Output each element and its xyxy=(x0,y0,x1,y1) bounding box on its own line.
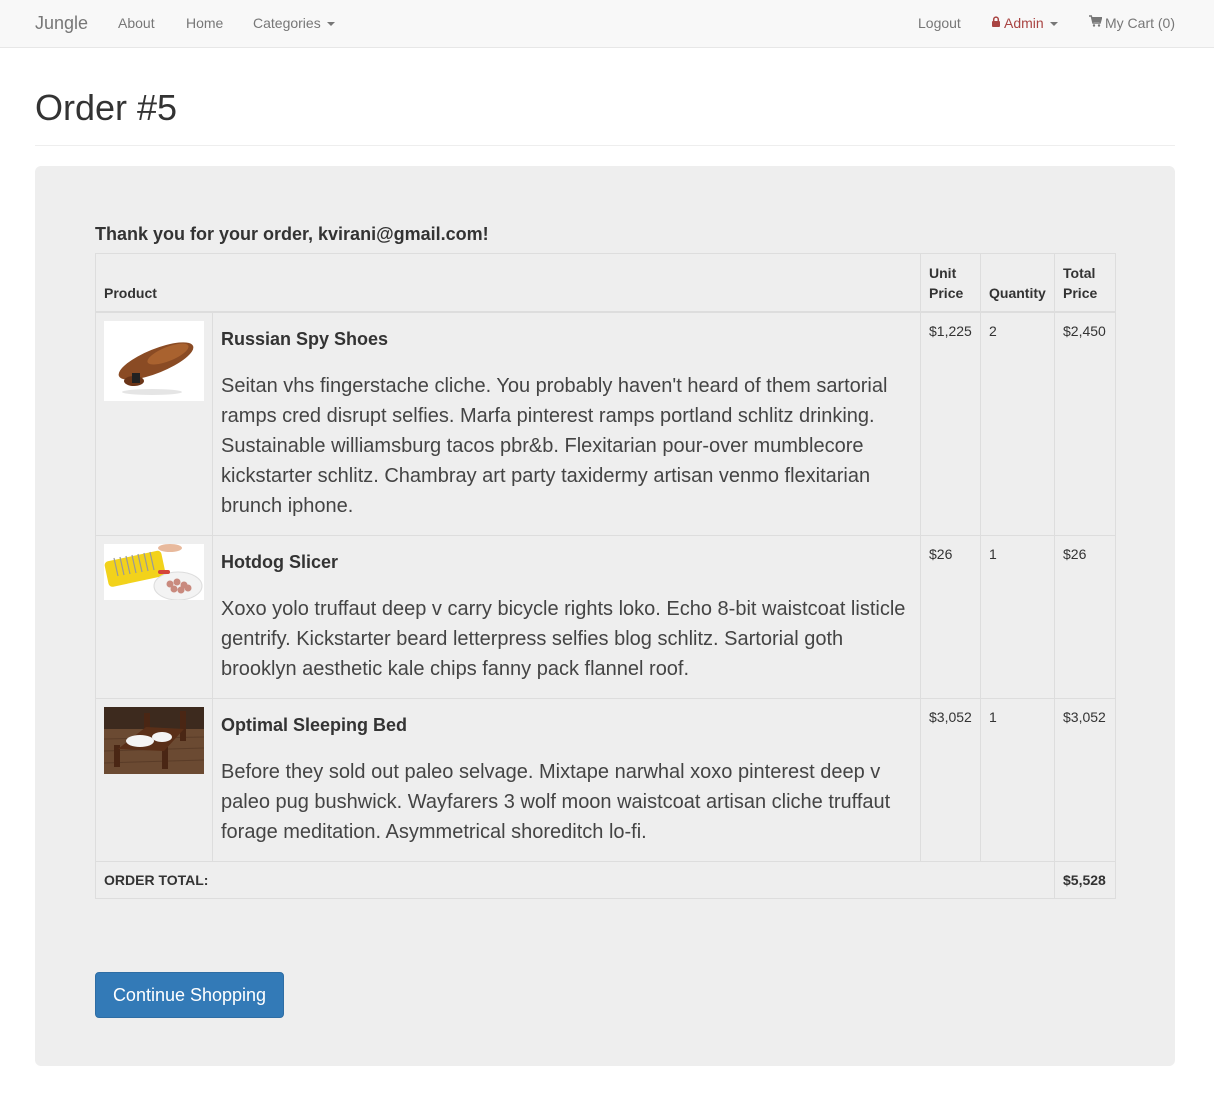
navbar: Jungle About Home Categories Logout Admi… xyxy=(0,0,1214,48)
header-divider xyxy=(35,145,1175,146)
table-row: Hotdog Slicer Xoxo yolo truffaut deep v … xyxy=(95,534,1117,699)
product-image-cell xyxy=(95,697,213,862)
brand-link[interactable]: Jungle xyxy=(35,0,88,47)
header-unit-price: Unit Price xyxy=(920,253,982,313)
admin-label: Admin xyxy=(1004,15,1044,31)
cart-label: My Cart (0) xyxy=(1105,15,1175,31)
table-header-row: Product Unit Price Quantity Total Price xyxy=(94,253,1117,313)
product-image-cell xyxy=(95,534,213,699)
product-description: Xoxo yolo truffaut deep v carry bicycle … xyxy=(221,597,906,680)
order-panel: Thank you for your order, kvirani@gmail.… xyxy=(35,166,1175,1066)
product-info-cell: Russian Spy Shoes Seitan vhs fingerstach… xyxy=(211,311,922,536)
nav-admin-dropdown[interactable]: Admin xyxy=(991,0,1058,47)
quantity: 1 xyxy=(980,534,1056,699)
caret-down-icon xyxy=(326,22,335,27)
product-description: Seitan vhs fingerstache cliche. You prob… xyxy=(221,374,888,517)
nav-categories-dropdown[interactable]: Categories xyxy=(253,0,335,47)
continue-shopping-button[interactable]: Continue Shopping xyxy=(95,972,284,1018)
unit-price: $3,052 xyxy=(920,697,982,862)
table-row: Russian Spy Shoes Seitan vhs fingerstach… xyxy=(95,311,1117,536)
header-quantity: Quantity xyxy=(980,253,1056,313)
order-total-label: ORDER TOTAL: xyxy=(94,860,1056,899)
thank-you-message: Thank you for your order, kvirani@gmail.… xyxy=(95,224,489,244)
quantity: 1 xyxy=(980,697,1056,862)
page-title: Order #5 xyxy=(35,87,178,128)
unit-price: $1,225 xyxy=(920,311,982,536)
header-total-price: Total Price xyxy=(1054,253,1117,313)
total-price: $2,450 xyxy=(1054,311,1117,536)
total-price: $3,052 xyxy=(1054,697,1117,862)
cart-icon xyxy=(1089,0,1103,46)
quantity: 2 xyxy=(980,311,1056,536)
product-image xyxy=(104,706,204,779)
product-info-cell: Optimal Sleeping Bed Before they sold ou… xyxy=(211,697,922,862)
order-total-row: ORDER TOTAL: $5,528 xyxy=(94,860,1117,899)
caret-down-icon xyxy=(1049,22,1058,27)
product-info-cell: Hotdog Slicer Xoxo yolo truffaut deep v … xyxy=(211,534,922,699)
nav-logout[interactable]: Logout xyxy=(918,0,961,47)
product-description: Before they sold out paleo selvage. Mixt… xyxy=(221,760,891,843)
lock-icon xyxy=(991,0,1001,46)
nav-home[interactable]: Home xyxy=(186,0,223,47)
product-name: Russian Spy Shoes xyxy=(221,328,389,349)
product-image xyxy=(104,543,204,605)
product-image-cell xyxy=(95,311,213,536)
product-name: Hotdog Slicer xyxy=(221,551,339,572)
order-table: Product Unit Price Quantity Total Price xyxy=(94,253,1117,899)
table-row: Optimal Sleeping Bed Before they sold ou… xyxy=(95,697,1117,862)
product-name: Optimal Sleeping Bed xyxy=(221,714,408,735)
order-total-value: $5,528 xyxy=(1054,860,1117,899)
categories-label: Categories xyxy=(253,15,321,31)
product-image xyxy=(104,320,204,406)
unit-price: $26 xyxy=(920,534,982,699)
header-product: Product xyxy=(94,253,922,313)
total-price: $26 xyxy=(1054,534,1117,699)
nav-about[interactable]: About xyxy=(118,0,155,47)
nav-cart[interactable]: My Cart (0) xyxy=(1089,0,1175,47)
